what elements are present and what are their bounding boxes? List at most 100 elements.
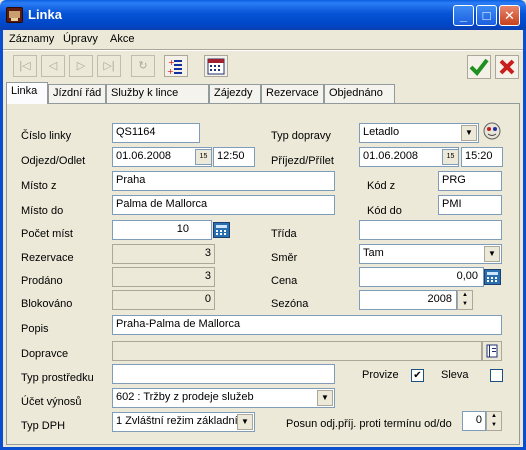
prijezd-calendar-icon[interactable]: 15 [442, 149, 459, 165]
cancel-button[interactable] [495, 55, 519, 79]
label-pocet-mist: Počet míst [21, 228, 73, 240]
posun-spinner[interactable]: ▲ ▼ [486, 411, 502, 431]
label-provize: Provize [362, 369, 399, 381]
label-prodano: Prodáno [21, 275, 63, 287]
face-icon [483, 122, 501, 140]
ucet-vynosu-dropdown-icon[interactable]: ▼ [317, 390, 333, 406]
calendar-icon [207, 58, 225, 75]
label-prijezd: Příjezd/Přílet [271, 155, 334, 167]
cislo-linky-input[interactable]: QS1164 [112, 123, 200, 143]
kod-z-input[interactable]: PRG [438, 171, 502, 191]
smer-select[interactable]: Tam [359, 244, 502, 264]
label-ucet-vynosu: Účet výnosů [21, 396, 82, 408]
label-typ-dopravy: Typ dopravy [271, 130, 331, 142]
label-cislo-linky: Číslo linky [21, 130, 72, 142]
first-record-button[interactable]: |◁ [13, 55, 37, 77]
label-cena: Cena [271, 275, 298, 287]
next-record-button[interactable]: ▷ [69, 55, 93, 77]
app-icon[interactable] [6, 7, 23, 23]
next-record-icon: ▷ [76, 60, 86, 72]
label-sezona: Sezóna [271, 298, 309, 310]
misto-z-input[interactable]: Praha [112, 171, 335, 191]
minimize-button[interactable]: _ [453, 5, 474, 26]
spin-up-icon[interactable]: ▲ [458, 291, 472, 300]
ucet-vynosu-select[interactable]: 602 : Tržby z prodeje služeb [112, 388, 335, 408]
typ-dopravy-options-button[interactable] [482, 121, 502, 141]
typ-dph-dropdown-icon[interactable]: ▼ [237, 414, 253, 430]
refresh-button[interactable]: ↻ [131, 55, 155, 77]
menu-upravy[interactable]: Úpravy [63, 33, 98, 45]
sleva-checkbox[interactable] [490, 369, 503, 382]
provize-checkbox[interactable]: ✔ [411, 369, 424, 382]
odjezd-calendar-icon[interactable]: 15 [195, 149, 212, 165]
pocet-mist-input[interactable]: 10 [112, 220, 212, 240]
window-title: Linka [28, 7, 62, 22]
svg-text:+: + [167, 67, 174, 76]
cross-icon [499, 59, 515, 75]
sort-icon: + + [167, 58, 182, 76]
tab-jizdni-rad[interactable]: Jízdní řád [48, 84, 106, 103]
dopravce-lookup-button[interactable] [482, 341, 502, 361]
label-typ-prostredku: Typ prostředku [21, 372, 94, 384]
cena-calculator-icon[interactable] [484, 269, 501, 285]
label-popis: Popis [21, 323, 49, 335]
last-record-icon: ▷| [103, 60, 115, 72]
odjezd-time-input[interactable]: 12:50 [213, 147, 255, 167]
tab-sluzby-k-lince[interactable]: Služby k lince [106, 84, 209, 103]
tab-zajezdy[interactable]: Zájezdy [209, 84, 261, 103]
kod-do-input[interactable]: PMI [438, 195, 502, 215]
label-posun: Posun odj.příj. proti termínu od/do [286, 418, 452, 430]
book-icon [486, 344, 498, 358]
menu-akce[interactable]: Akce [110, 33, 134, 45]
misto-do-input[interactable]: Palma de Mallorca [112, 195, 335, 215]
sort-button[interactable]: + + [164, 55, 188, 77]
svg-text:+: + [168, 58, 175, 67]
typ-prostredku-input[interactable] [112, 364, 335, 384]
calendar-tool-button[interactable] [204, 55, 228, 77]
spin-up-icon[interactable]: ▲ [487, 412, 501, 421]
label-blokovano: Blokováno [21, 298, 73, 310]
label-dopravce: Dopravce [21, 348, 69, 360]
maximize-button[interactable]: □ [476, 5, 497, 26]
label-trida: Třída [271, 228, 297, 240]
label-smer: Směr [271, 252, 298, 264]
typ-dph-select[interactable]: 1 Zvláštní režim základní [112, 412, 255, 432]
close-icon: ✕ [504, 8, 515, 23]
minimize-icon: _ [459, 8, 468, 23]
label-misto-do: Místo do [21, 205, 64, 217]
smer-dropdown-icon[interactable]: ▼ [484, 246, 500, 262]
last-record-button[interactable]: ▷| [97, 55, 121, 77]
title-bar[interactable] [0, 0, 526, 30]
dopravce-input[interactable] [112, 341, 482, 361]
posun-input[interactable]: 0 [462, 411, 486, 431]
tab-linka[interactable]: Linka [6, 82, 48, 104]
confirm-button[interactable] [467, 55, 491, 79]
label-typ-dph: Typ DPH [21, 420, 66, 432]
close-button[interactable]: ✕ [499, 5, 520, 26]
spin-down-icon[interactable]: ▼ [487, 421, 501, 430]
window-frame-left [0, 30, 3, 450]
tab-rezervace[interactable]: Rezervace [261, 84, 324, 103]
label-kod-z: Kód z [367, 180, 396, 192]
refresh-icon: ↻ [138, 60, 148, 72]
previous-record-button[interactable]: ◁ [41, 55, 65, 77]
label-kod-do: Kód do [367, 205, 402, 217]
rezervace-value: 3 [112, 244, 215, 264]
cena-input[interactable]: 0,00 [359, 267, 484, 287]
trida-input[interactable] [359, 220, 502, 240]
menu-zaznamy[interactable]: Záznamy [9, 33, 54, 45]
maximize-icon: □ [482, 8, 491, 23]
menu-separator [3, 49, 523, 51]
sezona-input[interactable]: 2008 [359, 290, 457, 310]
label-rezervace: Rezervace [21, 252, 74, 264]
pocet-mist-calculator-icon[interactable] [213, 222, 230, 238]
sezona-spinner[interactable]: ▲ ▼ [457, 290, 473, 310]
previous-record-icon: ◁ [48, 60, 58, 72]
prijezd-time-input[interactable]: 15:20 [461, 147, 503, 167]
popis-input[interactable]: Praha-Palma de Mallorca [112, 315, 502, 335]
spin-down-icon[interactable]: ▼ [458, 300, 472, 309]
blokovano-value: 0 [112, 290, 215, 310]
typ-dopravy-dropdown-icon[interactable]: ▼ [461, 125, 477, 141]
label-sleva: Sleva [441, 369, 469, 381]
tab-objednano[interactable]: Objednáno [324, 84, 395, 103]
